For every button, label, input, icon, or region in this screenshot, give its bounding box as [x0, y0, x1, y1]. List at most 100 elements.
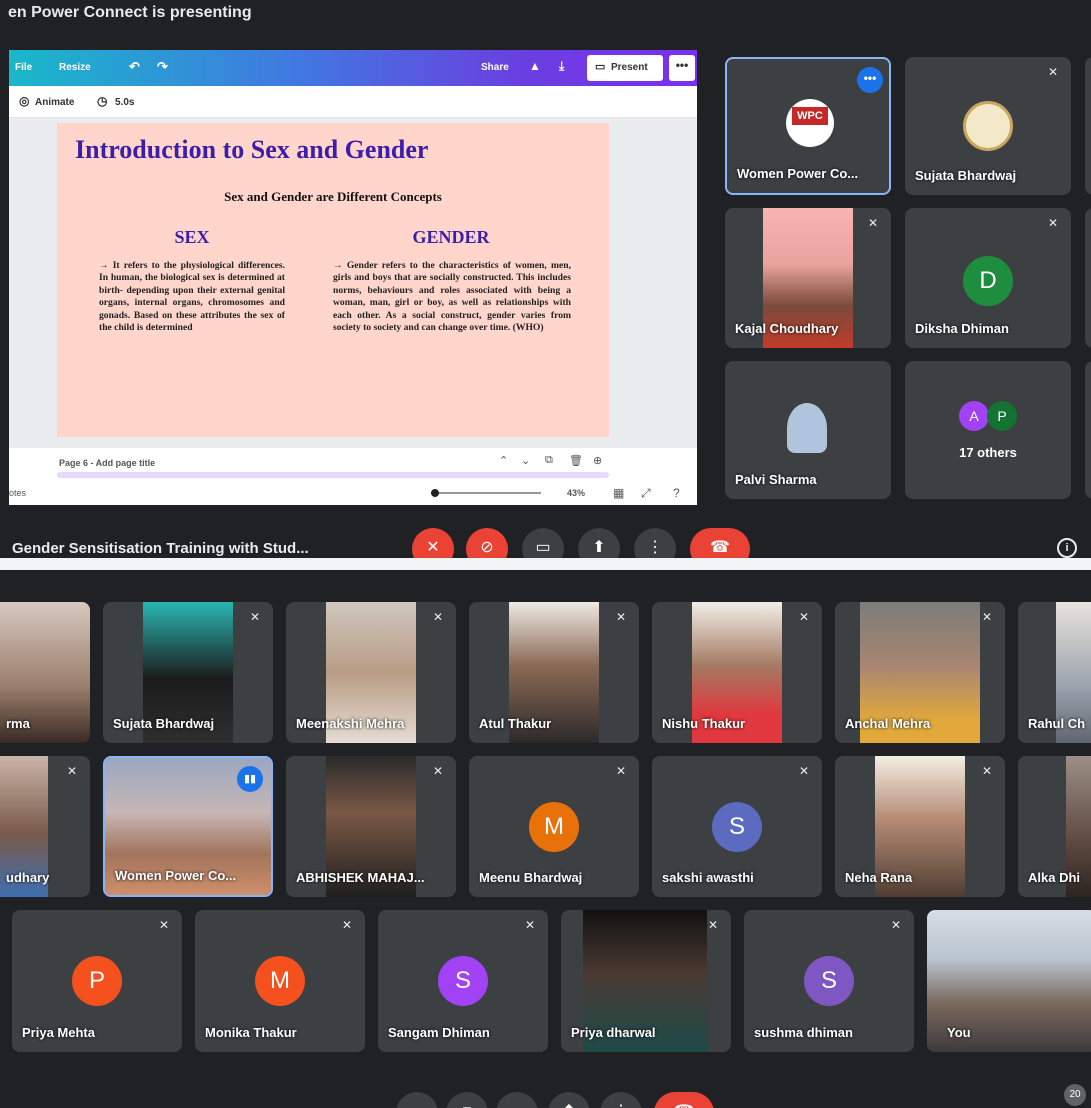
- participant-tile[interactable]: You: [927, 910, 1091, 1052]
- participant-name: Anchal Mehra: [845, 716, 931, 731]
- clock-icon: ◷: [97, 94, 108, 108]
- animate-button[interactable]: Animate: [35, 97, 74, 108]
- participant-name: ABHISHEK MAHAJ...: [296, 870, 425, 885]
- captions-icon[interactable]: ▭: [522, 528, 564, 558]
- resize-button[interactable]: Resize: [59, 62, 91, 73]
- zoom-slider-knob[interactable]: [431, 489, 439, 497]
- chart-icon[interactable]: ▲: [529, 59, 541, 73]
- participant-name: rma: [6, 716, 30, 731]
- animate-icon: ◎: [19, 94, 30, 108]
- participant-tile[interactable]: ✕ S sakshi awasthi: [652, 756, 822, 897]
- participant-name: udhary: [6, 870, 50, 885]
- participant-tile[interactable]: ✕ P Priya Mehta: [12, 910, 182, 1052]
- speaking-indicator-icon: ▮▮: [237, 766, 263, 792]
- participant-tile[interactable]: ▮▮ Women Power Co...: [103, 756, 273, 897]
- duration-button[interactable]: 5.0s: [115, 97, 134, 108]
- mic-off-icon: ✕: [432, 610, 444, 624]
- participant-tile[interactable]: ✕ Anchal Mehra: [835, 602, 1005, 743]
- participant-tile[interactable]: ✕ S Sangam Dhiman: [378, 910, 548, 1052]
- participant-tile[interactable]: rma: [0, 602, 90, 743]
- slide: Introduction to Sex and Gender Sex and G…: [57, 123, 609, 437]
- help-icon[interactable]: ?: [673, 486, 680, 500]
- avatar-initial: S: [438, 956, 488, 1006]
- present-button[interactable]: ▭ Present: [587, 55, 663, 81]
- mic-off-icon: ✕: [981, 610, 993, 624]
- mic-icon[interactable]: ●: [396, 1092, 438, 1108]
- present-icon: ▭: [595, 61, 606, 73]
- participant-tile[interactable]: ✕ M Monika Thakur: [195, 910, 365, 1052]
- participant-tile[interactable]: ✕ D Diksha Dhiman: [905, 208, 1071, 348]
- end-call-icon[interactable]: ☎: [654, 1092, 714, 1108]
- grid-view-icon[interactable]: ▦: [613, 486, 624, 500]
- captions-icon[interactable]: ▭: [496, 1092, 538, 1108]
- page-label[interactable]: Page 6 - Add page title: [59, 458, 155, 468]
- redo-icon[interactable]: ↷: [157, 59, 168, 75]
- zoom-slider[interactable]: [431, 489, 541, 497]
- participant-tile[interactable]: ✕ M Meenu Bhardwaj: [469, 756, 639, 897]
- others-count: 17 others: [959, 445, 1017, 460]
- canva-subbar: ◎ Animate ◷ 5.0s: [9, 86, 697, 118]
- mic-off-icon: ✕: [432, 764, 444, 778]
- info-icon[interactable]: i: [1057, 538, 1077, 558]
- avatar-initial: S: [712, 802, 762, 852]
- mic-off-icon: ✕: [1047, 65, 1059, 79]
- camera-off-icon[interactable]: ⊘: [466, 528, 508, 558]
- participant-tile[interactable]: Alka Dhi: [1018, 756, 1091, 897]
- copy-icon[interactable]: ⧉: [545, 454, 553, 467]
- participant-tile[interactable]: ✕ Priya dharwal: [561, 910, 731, 1052]
- mic-off-icon: ✕: [615, 764, 627, 778]
- participant-tile-partial[interactable]: [1085, 57, 1091, 195]
- participant-tile[interactable]: Palvi Sharma: [725, 361, 891, 499]
- present-screen-icon[interactable]: ⬆: [578, 528, 620, 558]
- mic-off-icon: ✕: [707, 918, 719, 932]
- meet-window-top: en Power Connect is presenting File Resi…: [0, 0, 1091, 558]
- add-page-icon[interactable]: ⊕: [593, 454, 602, 467]
- chevron-down-icon[interactable]: ⌄: [521, 454, 530, 467]
- camera-icon[interactable]: ■: [446, 1092, 488, 1108]
- participant-tile[interactable]: ✕ Atul Thakur: [469, 602, 639, 743]
- share-button[interactable]: Share: [481, 62, 509, 73]
- participant-tile[interactable]: ✕ udhary: [0, 756, 90, 897]
- undo-icon[interactable]: ↶: [129, 59, 140, 75]
- sex-text: → It refers to the physiological differe…: [99, 260, 285, 334]
- participant-tile[interactable]: ✕ Nishu Thakur: [652, 602, 822, 743]
- file-menu[interactable]: File: [15, 62, 32, 73]
- others-tile[interactable]: A P 17 others: [905, 361, 1071, 499]
- end-call-icon[interactable]: ☎: [690, 528, 750, 558]
- delete-icon[interactable]: 🗑: [569, 454, 583, 467]
- participant-name: You: [947, 1025, 971, 1040]
- more-vert-icon[interactable]: ⋮: [634, 528, 676, 558]
- participant-tile[interactable]: ✕ ABHISHEK MAHAJ...: [286, 756, 456, 897]
- participant-tile[interactable]: ✕ Kajal Choudhary: [725, 208, 891, 348]
- present-screen-icon[interactable]: ⬆: [548, 1092, 590, 1108]
- participant-tile[interactable]: ✕ Sujata Bhardwaj: [905, 57, 1071, 195]
- participant-tile[interactable]: ✕ Sujata Bhardwaj: [103, 602, 273, 743]
- mic-off-icon: ✕: [867, 216, 879, 230]
- participant-tile[interactable]: ✕ Neha Rana: [835, 756, 1005, 897]
- chevron-up-icon[interactable]: ⌃: [499, 454, 508, 467]
- download-icon[interactable]: ⤓: [559, 59, 564, 74]
- more-vert-icon[interactable]: ⋮: [600, 1092, 642, 1108]
- slide-subtitle: Sex and Gender are Different Concepts: [224, 189, 442, 204]
- participant-tile[interactable]: WPC ••• Women Power Co...: [725, 57, 891, 195]
- mic-off-icon: ✕: [524, 918, 536, 932]
- avatar-initial: P: [987, 401, 1017, 431]
- fullscreen-icon[interactable]: ⤢: [641, 486, 651, 501]
- participant-name: Kajal Choudhary: [735, 321, 839, 336]
- notes-button[interactable]: otes: [9, 488, 26, 498]
- participant-tile[interactable]: ✕ Meenakshi Mehra: [286, 602, 456, 743]
- participant-name: Priya Mehta: [22, 1025, 95, 1040]
- participant-tile[interactable]: ✕ S sushma dhiman: [744, 910, 914, 1052]
- more-options-button[interactable]: •••: [669, 55, 695, 81]
- participant-tile-partial[interactable]: [1085, 361, 1091, 499]
- participant-tile-partial[interactable]: [1085, 208, 1091, 348]
- organization-logo: WPC: [786, 99, 834, 147]
- mic-off-icon: ✕: [981, 764, 993, 778]
- participant-name: Nishu Thakur: [662, 716, 746, 731]
- shared-screen: File Resize ↶ ↷ Share ▲ ⤓ ▭ Present ••• …: [9, 50, 697, 505]
- meeting-title: Gender Sensitisation Training with Stud.…: [12, 540, 309, 557]
- participant-tile[interactable]: Rahul Ch: [1018, 602, 1091, 743]
- more-options-icon[interactable]: •••: [857, 67, 883, 93]
- mic-off-icon[interactable]: ✕: [412, 528, 454, 558]
- mic-off-icon: ✕: [615, 610, 627, 624]
